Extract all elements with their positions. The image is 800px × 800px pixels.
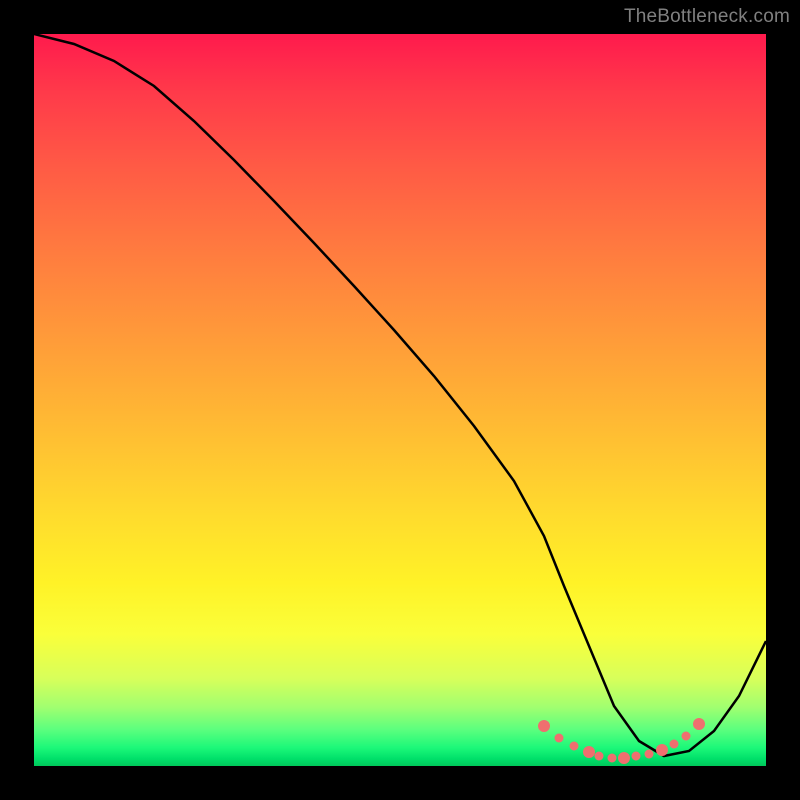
band-dot bbox=[595, 752, 604, 761]
band-dot bbox=[608, 754, 617, 763]
band-dot bbox=[670, 740, 679, 749]
band-dot bbox=[632, 752, 641, 761]
band-dot bbox=[682, 732, 691, 741]
chart-frame: TheBottleneck.com bbox=[0, 0, 800, 800]
band-dot bbox=[618, 752, 630, 764]
watermark-text: TheBottleneck.com bbox=[624, 6, 790, 28]
band-dot bbox=[570, 742, 579, 751]
plot-area bbox=[34, 34, 766, 766]
dotted-band-group bbox=[538, 718, 705, 764]
band-dot bbox=[645, 750, 654, 759]
band-dot bbox=[656, 744, 668, 756]
band-dot bbox=[583, 746, 595, 758]
band-dot bbox=[555, 734, 564, 743]
band-dot bbox=[693, 718, 705, 730]
band-dot bbox=[538, 720, 550, 732]
curve-svg bbox=[34, 34, 766, 766]
bottleneck-curve bbox=[34, 34, 766, 756]
